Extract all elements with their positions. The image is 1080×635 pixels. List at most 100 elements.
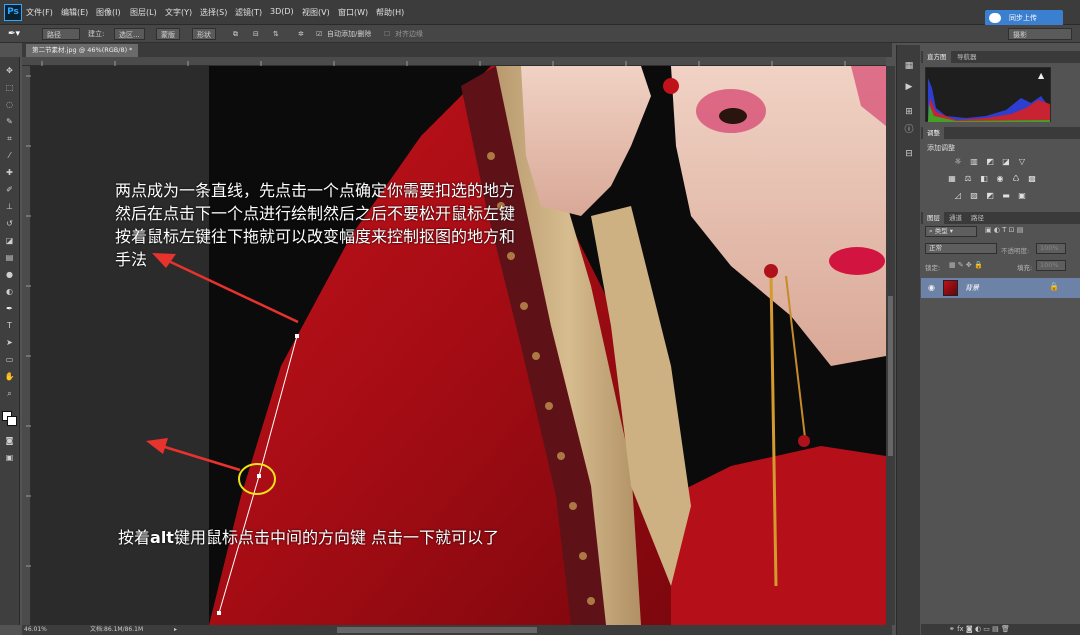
document-tab[interactable]: 第二节素材.jpg @ 46%(RGB/8) *	[26, 44, 139, 57]
menu-file[interactable]: 文件(F)	[26, 7, 53, 18]
posterize-icon[interactable]: ▨	[969, 191, 979, 200]
zoom-level[interactable]: 46.01%	[24, 625, 47, 635]
info-panel-icon[interactable]: ⓘ	[903, 125, 915, 136]
curves-adjust-icon[interactable]: ◩	[985, 157, 995, 166]
menu-window[interactable]: 窗口(W)	[338, 7, 368, 18]
menu-image[interactable]: 图像(I)	[96, 7, 121, 18]
eye-icon[interactable]: ◉	[928, 283, 935, 292]
gear-icon[interactable]: ✲	[298, 28, 304, 40]
path-mode-select[interactable]: 路径	[42, 28, 80, 40]
path-alignment-icon[interactable]: ⊟	[253, 28, 259, 40]
cloud-upload-button[interactable]: 同步上传	[985, 10, 1063, 26]
fill-label: 填充:	[1017, 264, 1033, 272]
menu-help[interactable]: 帮助(H)	[376, 7, 404, 18]
menu-edit[interactable]: 编辑(E)	[61, 7, 88, 18]
lock-icons[interactable]: ▦ ✎ ✥ 🔒	[949, 261, 983, 269]
layer-row-background[interactable]: ◉ 背景 🔒	[921, 278, 1080, 298]
vertical-scroll-thumb[interactable]	[888, 296, 893, 456]
tab-navigator[interactable]: 导航器	[953, 51, 981, 63]
brush-tool-icon[interactable]: ✐	[3, 184, 16, 195]
lasso-tool-icon[interactable]: ◌	[3, 99, 16, 110]
quick-select-icon[interactable]: ✎	[3, 116, 16, 127]
instruction-line-3: 按着鼠标左键往下拖就可以改变幅度来控制抠图的地方和	[115, 227, 516, 246]
shape-tool-icon[interactable]: ▭	[3, 354, 16, 365]
quick-mask-icon[interactable]: ◙	[3, 435, 16, 446]
zoom-tool-icon[interactable]: ⌕	[3, 388, 16, 399]
workspace-select[interactable]: 摄影	[1008, 28, 1072, 40]
lock-label: 锁定:	[925, 264, 941, 272]
pen-tool-icon[interactable]: ✒	[3, 303, 16, 314]
brightness-adjust-icon[interactable]: ☼	[953, 157, 963, 166]
layers-footer: ⚭ fx ◙ ◐ ▭ ▤ 🗑	[921, 624, 1080, 635]
tab-histogram[interactable]: 直方图	[923, 51, 951, 63]
mask-button[interactable]: 蒙版	[156, 28, 180, 40]
healing-brush-icon[interactable]: ✚	[3, 167, 16, 178]
eraser-icon[interactable]: ◪	[3, 235, 16, 246]
type-tool-icon[interactable]: T	[3, 320, 16, 331]
actions-panel-icon[interactable]: ▶	[903, 82, 915, 93]
dodge-icon[interactable]: ◐	[3, 286, 16, 297]
screen-mode-icon[interactable]: ▣	[3, 452, 16, 463]
channel-mixer-icon[interactable]: ♺	[1011, 174, 1021, 183]
crop-tool-icon[interactable]: ⌗	[3, 133, 16, 144]
color-balance-icon[interactable]: ⚖	[963, 174, 973, 183]
tab-layers[interactable]: 图层	[923, 212, 944, 224]
vibrance-adjust-icon[interactable]: ▽	[1017, 157, 1027, 166]
invert-icon[interactable]: ◿	[953, 191, 963, 200]
path-select-icon[interactable]: ➤	[3, 337, 16, 348]
path-arrange-icon[interactable]: ⇅	[273, 28, 279, 40]
pen-preset-icon[interactable]: ✒▾	[8, 28, 20, 40]
gradient-map-icon[interactable]: ▬	[1001, 191, 1011, 200]
clone-stamp-icon[interactable]: ⊥	[3, 201, 16, 212]
menu-3d[interactable]: 3D(D)	[270, 7, 294, 16]
properties-panel-icon[interactable]: ⊞	[903, 107, 915, 118]
panel-icon-dock: ▦ ▶ ⊞ ⓘ ⊟	[896, 45, 920, 635]
exposure-adjust-icon[interactable]: ◪	[1001, 157, 1011, 166]
status-menu-arrow-icon[interactable]: ▸	[174, 625, 177, 635]
layer-footer-icons[interactable]: ⚭ fx ◙ ◐ ▭ ▤ 🗑	[949, 625, 1010, 633]
color-lookup-icon[interactable]: ▩	[1027, 174, 1037, 183]
fill-input[interactable]: 100%	[1036, 260, 1066, 271]
black-white-icon[interactable]: ◧	[979, 174, 989, 183]
adjustments-hint: 添加调整	[927, 144, 955, 152]
tab-channels[interactable]: 通道	[945, 212, 966, 224]
blend-mode-select[interactable]: 正常	[925, 243, 997, 254]
cloud-icon	[989, 13, 1001, 23]
tab-adjustments[interactable]: 调整	[923, 127, 944, 139]
tab-paths[interactable]: 路径	[967, 212, 988, 224]
clone-source-panel-icon[interactable]: ⊟	[903, 149, 915, 160]
layer-kind-filter[interactable]: ⌕ 类型 ▾	[925, 226, 977, 237]
auto-add-delete-checkbox[interactable]: ☑	[316, 28, 322, 40]
layer-filter-icons[interactable]: ▣ ◐ T ⊡ ▤	[985, 226, 1023, 234]
instruction-line-2: 然后在点击下一个点进行绘制然后之后不要松开鼠标左键	[115, 204, 516, 223]
align-edges-checkbox[interactable]: ☐	[384, 28, 390, 40]
marquee-tool-icon[interactable]: ⬚	[3, 82, 16, 93]
gradient-icon[interactable]: ▤	[3, 252, 16, 263]
selection-button[interactable]: 选区...	[114, 28, 145, 40]
hue-saturation-icon[interactable]: ▦	[947, 174, 957, 183]
menu-view[interactable]: 视图(V)	[302, 7, 330, 18]
background-color-swatch[interactable]	[7, 416, 17, 426]
menu-layer[interactable]: 图层(L)	[130, 7, 157, 18]
layer-name: 背景	[965, 284, 979, 292]
options-bar: ✒▾ 路径 建立: 选区... 蒙版 形状 ⧉ ⊟ ⇅ ✲ ☑ 自动添加/删除 …	[0, 25, 1080, 43]
opacity-input[interactable]: 100%	[1036, 243, 1066, 254]
threshold-icon[interactable]: ◩	[985, 191, 995, 200]
history-brush-icon[interactable]: ↺	[3, 218, 16, 229]
path-operations-icon[interactable]: ⧉	[233, 28, 238, 40]
hand-tool-icon[interactable]: ✋	[3, 371, 16, 382]
menu-filter[interactable]: 滤镜(T)	[235, 7, 262, 18]
instruction-alt-post: 键用鼠标点击中间的方向键 点击一下就可以了	[173, 528, 500, 547]
menu-type[interactable]: 文字(Y)	[165, 7, 192, 18]
photo-filter-icon[interactable]: ◉	[995, 174, 1005, 183]
vertical-scrollbar[interactable]	[886, 66, 895, 625]
menu-select[interactable]: 选择(S)	[200, 7, 227, 18]
move-tool-icon[interactable]: ✥	[3, 65, 16, 76]
selective-color-icon[interactable]: ▣	[1017, 191, 1027, 200]
levels-adjust-icon[interactable]: ▥	[969, 157, 979, 166]
history-panel-icon[interactable]: ▦	[903, 61, 915, 72]
horizontal-scroll-thumb[interactable]	[337, 627, 537, 633]
shape-button[interactable]: 形状	[192, 28, 216, 40]
eyedropper-icon[interactable]: ⁄	[3, 150, 16, 161]
blur-icon[interactable]: ●	[3, 269, 16, 280]
